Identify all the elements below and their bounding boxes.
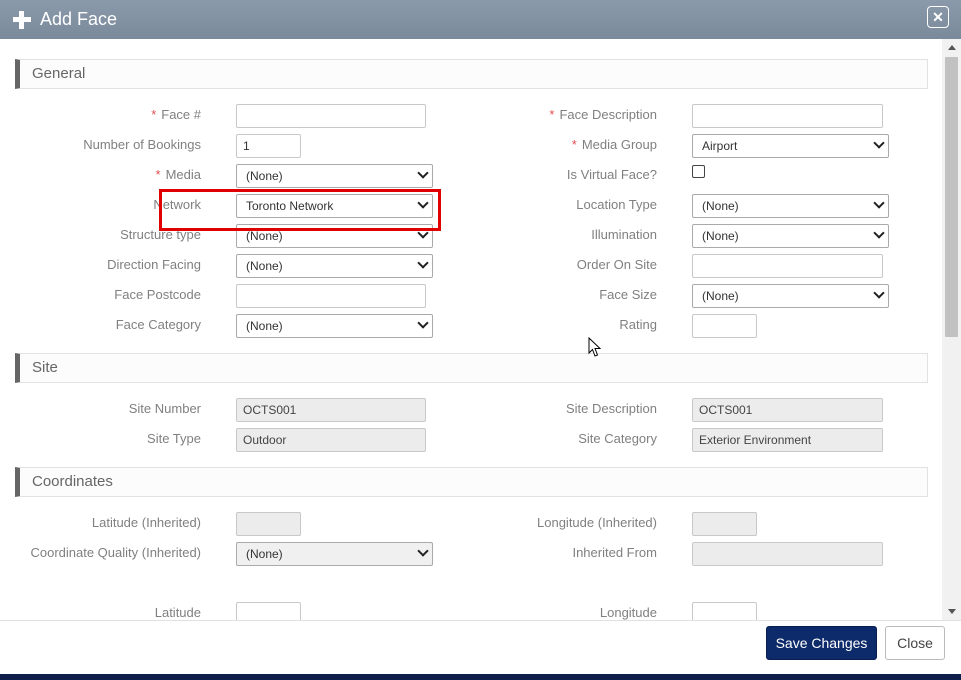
vertical-scrollbar[interactable]: [942, 39, 961, 620]
number-of-bookings-input[interactable]: 1: [236, 134, 301, 158]
location-type-label: Location Type: [576, 197, 657, 212]
bottom-bar: [0, 674, 961, 680]
section-coordinates: Coordinates: [15, 467, 928, 497]
latitude-input[interactable]: [236, 602, 301, 620]
site-type-field: Outdoor: [236, 428, 426, 452]
face-size-label: Face Size: [599, 287, 657, 302]
order-on-site-label: Order On Site: [576, 257, 657, 272]
longitude-label: Longitude: [599, 605, 657, 620]
scroll-thumb[interactable]: [945, 57, 958, 337]
dialog-titlebar: Add Face ✕: [0, 0, 961, 39]
close-button[interactable]: Close: [885, 626, 945, 660]
coordinate-quality-select: (None): [236, 542, 433, 566]
section-general: General: [15, 59, 928, 89]
chevron-down-icon: [417, 317, 429, 329]
longitude-input[interactable]: [692, 602, 757, 620]
chevron-down-icon: [873, 287, 885, 299]
rating-input[interactable]: [692, 314, 757, 338]
illumination-select[interactable]: (None): [692, 224, 889, 248]
dialog-footer: Save Changes Close: [0, 620, 961, 674]
chevron-down-icon: [873, 197, 885, 209]
media-select[interactable]: (None): [236, 164, 433, 188]
media-label: * Media: [155, 167, 201, 182]
face-postcode-label: Face Postcode: [114, 287, 201, 302]
inherited-from-field: [692, 542, 883, 566]
direction-facing-select[interactable]: (None): [236, 254, 433, 278]
chevron-down-icon: [417, 545, 429, 557]
face-number-label: * Face #: [151, 107, 201, 122]
scroll-up-icon[interactable]: [948, 45, 956, 50]
mouse-cursor-icon: [588, 337, 602, 357]
site-description-field: OCTS001: [692, 398, 883, 422]
save-changes-button[interactable]: Save Changes: [766, 626, 877, 660]
longitude-inherited-field: [692, 512, 757, 536]
is-virtual-face-label: Is Virtual Face?: [566, 167, 657, 182]
dialog-title: Add Face: [40, 9, 118, 29]
chevron-down-icon: [417, 257, 429, 269]
section-site: Site: [15, 353, 928, 383]
face-number-input[interactable]: [236, 104, 426, 128]
face-category-select[interactable]: (None): [236, 314, 433, 338]
face-postcode-input[interactable]: [236, 284, 426, 308]
latitude-label: Latitude: [154, 605, 201, 620]
location-type-select[interactable]: (None): [692, 194, 889, 218]
number-of-bookings-label: Number of Bookings: [83, 137, 201, 152]
face-description-input[interactable]: [692, 104, 883, 128]
dialog-body: General * Face # * Face Description Number…: [0, 39, 942, 620]
chevron-down-icon: [417, 167, 429, 179]
is-virtual-face-checkbox[interactable]: [692, 165, 705, 178]
site-number-label: Site Number: [128, 401, 201, 416]
network-highlight-box: [159, 189, 441, 231]
coordinate-quality-label: Coordinate Quality (Inherited): [30, 545, 201, 560]
chevron-down-icon: [873, 227, 885, 239]
longitude-inherited-label: Longitude (Inherited): [537, 515, 657, 530]
face-size-select[interactable]: (None): [692, 284, 889, 308]
illumination-label: Illumination: [591, 227, 657, 242]
face-category-label: Face Category: [115, 317, 201, 332]
inherited-from-label: Inherited From: [572, 545, 657, 560]
site-category-field: Exterior Environment: [692, 428, 883, 452]
scroll-down-icon[interactable]: [948, 609, 956, 614]
face-description-label: * Face Description: [549, 107, 657, 122]
site-description-label: Site Description: [565, 401, 657, 416]
media-group-select[interactable]: Airport: [692, 134, 889, 158]
latitude-inherited-label: Latitude (Inherited): [91, 515, 201, 530]
site-type-label: Site Type: [147, 431, 201, 446]
chevron-down-icon: [873, 137, 885, 149]
direction-facing-label: Direction Facing: [107, 257, 201, 272]
rating-label: Rating: [619, 317, 657, 332]
site-number-field: OCTS001: [236, 398, 426, 422]
site-category-label: Site Category: [578, 431, 657, 446]
latitude-inherited-field: [236, 512, 301, 536]
order-on-site-input[interactable]: [692, 254, 883, 278]
plus-icon: [12, 10, 32, 30]
media-group-label: * Media Group: [571, 137, 657, 152]
close-icon[interactable]: ✕: [927, 6, 949, 28]
